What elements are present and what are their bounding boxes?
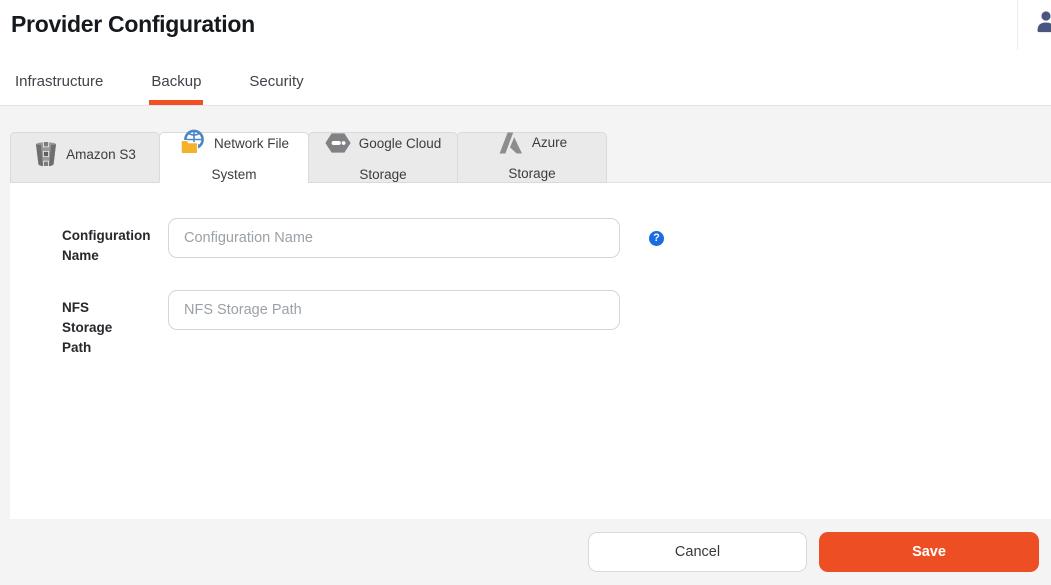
provider-tab-label: Network File System	[211, 136, 289, 182]
amazon-s3-icon	[34, 141, 58, 174]
provider-tab-label: Google Cloud Storage	[359, 136, 442, 182]
tab-backup[interactable]: Backup	[149, 72, 203, 105]
provider-tabs: Amazon S3 Network File System	[10, 132, 1051, 183]
user-menu[interactable]	[1017, 0, 1051, 50]
provider-tab-amazon-s3[interactable]: Amazon S3	[10, 132, 160, 183]
provider-tab-azure-storage[interactable]: Azure Storage	[457, 132, 607, 183]
question-mark-icon[interactable]: ?	[649, 231, 664, 246]
backup-tab-content: Amazon S3 Network File System	[0, 106, 1051, 585]
tab-infrastructure[interactable]: Infrastructure	[13, 72, 105, 105]
nfs-storage-path-label: NFS Storage Path	[62, 290, 142, 358]
nfs-storage-path-row: NFS Storage Path	[62, 290, 1051, 358]
cancel-button[interactable]: Cancel	[588, 532, 807, 572]
provider-tabs-wrap: Amazon S3 Network File System	[0, 106, 1051, 519]
footer-action-bar: Cancel Save	[0, 519, 1051, 585]
tab-security[interactable]: Security	[247, 72, 305, 105]
azure-triangle-icon	[497, 131, 524, 162]
google-hexagon-icon	[325, 130, 351, 163]
configuration-name-label: Configuration Name	[62, 218, 142, 266]
configuration-name-row: Configuration Name ?	[62, 218, 1051, 266]
provider-tab-google-cloud-storage[interactable]: Google Cloud Storage	[308, 132, 458, 183]
save-button[interactable]: Save	[819, 532, 1039, 572]
globe-folder-icon	[179, 129, 206, 163]
provider-tab-network-file-system[interactable]: Network File System	[159, 132, 309, 183]
page-title: Provider Configuration	[0, 0, 1051, 38]
provider-configuration-page: Provider Configuration Infrastructure Ba…	[0, 0, 1051, 585]
main-nav-tabs: Infrastructure Backup Security	[0, 72, 1051, 106]
nfs-storage-path-input[interactable]	[168, 290, 620, 330]
nfs-configuration-panel: Configuration Name ? NFS Storage Path	[10, 182, 1051, 519]
provider-tab-label: Amazon S3	[66, 147, 136, 162]
configuration-name-input[interactable]	[168, 218, 620, 258]
top-bar: Provider Configuration	[0, 0, 1051, 50]
